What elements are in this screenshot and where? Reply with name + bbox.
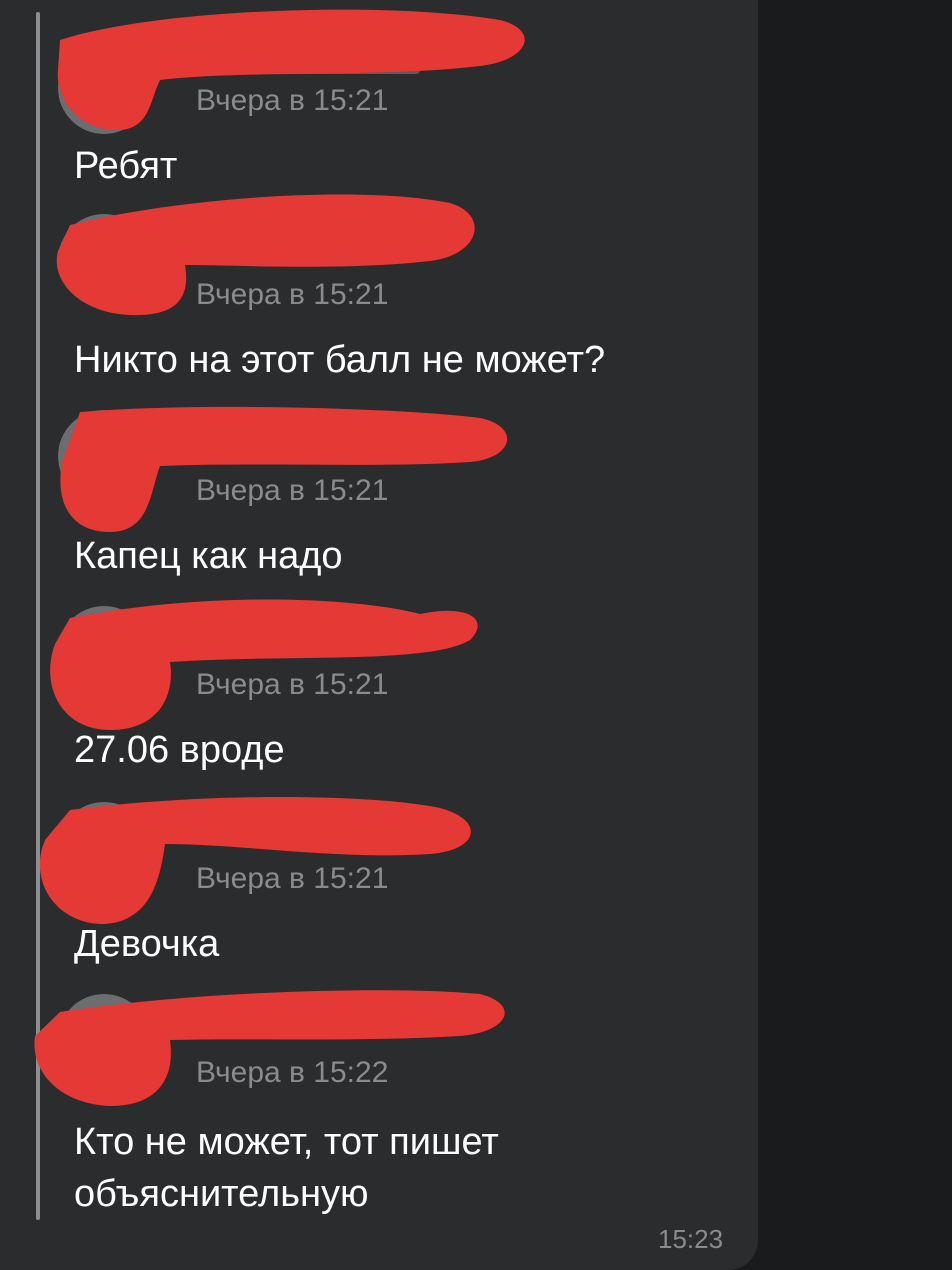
bubble-timestamp: 15:23 [658, 1224, 724, 1254]
redaction-scribble [56, 194, 475, 316]
redaction-scribble [60, 406, 508, 532]
message-text: Кто не может, тот пишет объяснительную [74, 1121, 499, 1215]
message-text: Никто на этот балл не может? [74, 339, 606, 381]
redaction-scribble [34, 990, 505, 1106]
redaction-scribble [39, 796, 471, 924]
redaction-scribble [57, 9, 525, 131]
redaction-scribble [50, 599, 478, 730]
screenshot-page: Вчера в 15:21 Ребят Вчера в 15:21 Никто … [0, 0, 952, 1270]
forwarded-messages-bubble[interactable]: Вчера в 15:21 Ребят Вчера в 15:21 Никто … [0, 0, 758, 1270]
